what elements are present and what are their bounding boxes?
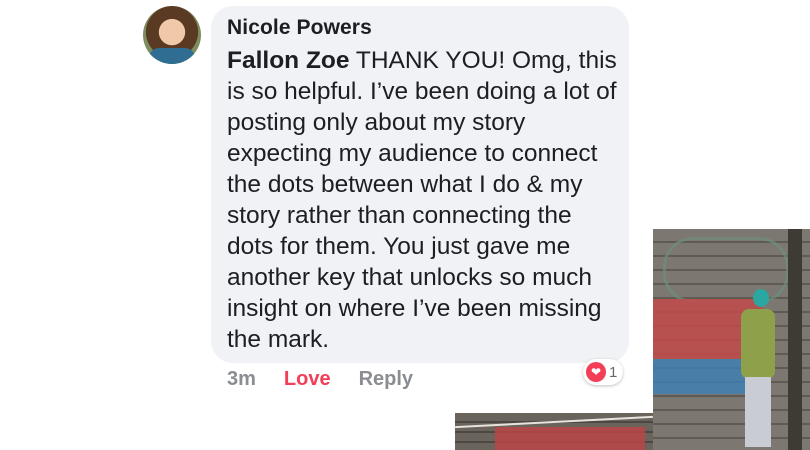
timestamp[interactable]: 3m [227, 368, 256, 391]
avatar-shirt [149, 48, 195, 64]
photo-person-legs [745, 377, 771, 447]
reaction-count: 1 [609, 363, 618, 381]
background-photo-strip [455, 413, 653, 450]
mention-link[interactable]: Fallon Zoe [227, 47, 350, 74]
heart-icon: ❤ [586, 362, 606, 382]
background-photo [653, 229, 810, 450]
photo-post [788, 229, 802, 450]
photo-blue-wall [653, 359, 753, 394]
comment-text: Fallon Zoe THANK YOU! Omg, this is so he… [227, 45, 622, 355]
comment-actions: 3m Love Reply [227, 368, 413, 391]
strip-red-wall [495, 427, 645, 450]
love-button[interactable]: Love [284, 368, 331, 391]
mural-graphic [663, 237, 789, 303]
reaction-summary[interactable]: ❤ 1 [583, 359, 624, 385]
comment-author[interactable]: Nicole Powers [227, 16, 372, 40]
photo-person-head [753, 289, 769, 307]
photo-person-body [741, 309, 775, 379]
comment-body: THANK YOU! Omg, this is so helpful. I’ve… [227, 47, 617, 353]
reply-button[interactable]: Reply [359, 368, 413, 391]
avatar[interactable] [143, 6, 201, 64]
